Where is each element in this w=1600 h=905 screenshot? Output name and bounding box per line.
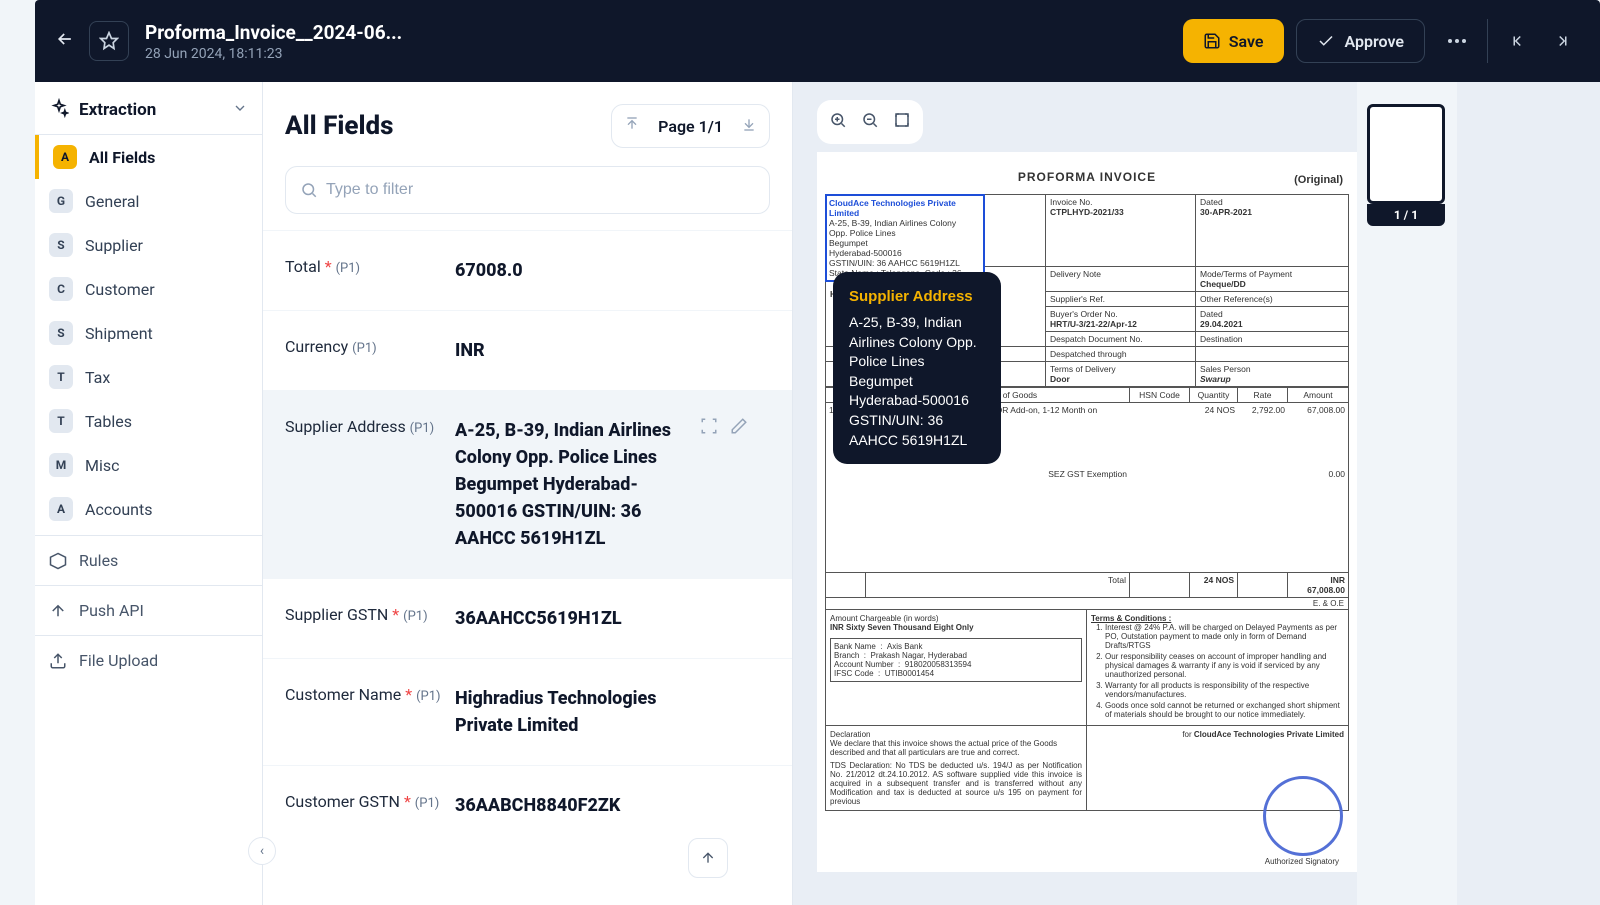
field-row[interactable]: Total * (P1)67008.0	[263, 230, 792, 310]
extraction-header[interactable]: Extraction	[35, 82, 262, 135]
invoice-page[interactable]: PROFORMA INVOICE (Original) CloudAce Tec…	[817, 152, 1357, 872]
approve-button[interactable]: Approve	[1296, 19, 1425, 63]
file-upload-link[interactable]: File Upload	[35, 640, 262, 681]
app-body: Extraction AAll FieldsGGeneralSSupplierC…	[35, 82, 1600, 905]
scroll-to-top-button[interactable]	[688, 838, 728, 878]
top-bar: Proforma_Invoice__2024-06... 28 Jun 2024…	[35, 0, 1600, 82]
more-menu-button[interactable]	[1435, 19, 1479, 63]
page-thumbnail[interactable]	[1367, 104, 1445, 204]
invoice-heading: PROFORMA INVOICE	[825, 170, 1349, 184]
sidebar-item-accounts[interactable]: AAccounts	[35, 487, 262, 531]
page-up-icon[interactable]	[624, 116, 640, 136]
field-tooltip: Supplier Address A-25, B-39, Indian Airl…	[833, 272, 1001, 464]
page-down-icon[interactable]	[741, 116, 757, 136]
original-marker: (Original)	[1294, 174, 1343, 186]
auth-signatory-label: Authorized Signatory	[1265, 857, 1339, 866]
sidebar-item-customer[interactable]: CCustomer	[35, 267, 262, 311]
sidebar-item-all-fields[interactable]: AAll Fields	[35, 135, 262, 179]
sidebar-item-shipment[interactable]: SShipment	[35, 311, 262, 355]
title-block: Proforma_Invoice__2024-06... 28 Jun 2024…	[139, 21, 1183, 62]
sidebar-item-tables[interactable]: TTables	[35, 399, 262, 443]
left-sidebar: Extraction AAll FieldsGGeneralSSupplierC…	[35, 82, 263, 905]
filter-box[interactable]	[285, 166, 770, 214]
back-button[interactable]	[51, 29, 79, 54]
page-navigator: Page 1/1	[611, 104, 770, 148]
filter-input[interactable]	[326, 181, 755, 199]
chevron-down-icon	[232, 100, 248, 120]
sparkle-icon	[49, 98, 69, 122]
thumbnail-rail: 1 / 1	[1357, 82, 1457, 905]
sidebar-item-general[interactable]: GGeneral	[35, 179, 262, 223]
thumbnail-label: 1 / 1	[1367, 204, 1445, 226]
next-doc-button[interactable]	[1540, 19, 1584, 63]
field-row[interactable]: Customer GSTN * (P1)36AABCH8840F2ZK	[263, 765, 792, 845]
page-indicator: Page 1/1	[658, 117, 723, 136]
viewer-toolbar	[817, 100, 923, 144]
sidebar-item-supplier[interactable]: SSupplier	[35, 223, 262, 267]
push-api-link[interactable]: Push API	[35, 590, 262, 631]
document-viewer: PROFORMA INVOICE (Original) CloudAce Tec…	[793, 82, 1600, 905]
company-stamp	[1263, 776, 1343, 856]
collapse-sidebar-button[interactable]: ‹	[248, 837, 276, 865]
fields-title: All Fields	[285, 111, 611, 141]
search-icon	[300, 181, 318, 199]
favorite-button[interactable]	[89, 21, 129, 61]
field-row[interactable]: Supplier Address (P1)A-25, B-39, Indian …	[263, 390, 792, 578]
locate-icon[interactable]	[700, 417, 718, 439]
save-button[interactable]: Save	[1183, 19, 1284, 63]
document-title: Proforma_Invoice__2024-06...	[145, 21, 1183, 44]
prev-doc-button[interactable]	[1496, 19, 1540, 63]
rules-link[interactable]: Rules	[35, 540, 262, 581]
zoom-in-icon[interactable]	[829, 111, 847, 133]
supplier-highlight-box: CloudAce Technologies Private Limited A-…	[825, 194, 985, 282]
field-row[interactable]: Customer Name * (P1)Highradius Technolog…	[263, 658, 792, 765]
sidebar-item-misc[interactable]: MMisc	[35, 443, 262, 487]
fields-panel: All Fields Page 1/1 Total * (P1)67008.0C…	[263, 82, 793, 905]
edit-icon[interactable]	[730, 417, 748, 439]
fit-screen-icon[interactable]	[893, 111, 911, 133]
document-timestamp: 28 Jun 2024, 18:11:23	[145, 46, 1183, 62]
field-row[interactable]: Supplier GSTN * (P1)36AAHCC5619H1ZL	[263, 578, 792, 658]
sidebar-item-tax[interactable]: TTax	[35, 355, 262, 399]
zoom-out-icon[interactable]	[861, 111, 879, 133]
extraction-label: Extraction	[79, 100, 232, 120]
field-row[interactable]: Currency (P1)INR	[263, 310, 792, 390]
